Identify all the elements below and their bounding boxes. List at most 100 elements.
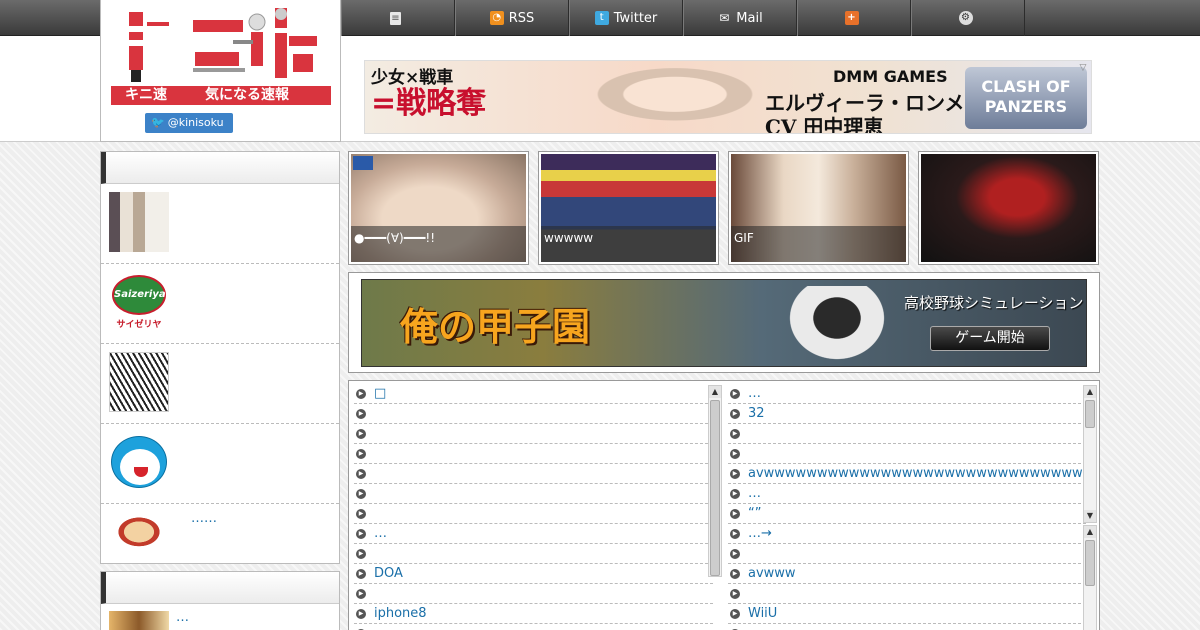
list-item[interactable]: ▶ DOA — [354, 564, 713, 584]
arrow-bullet-icon: ▶ — [730, 529, 740, 539]
sidebar-item[interactable] — [101, 344, 339, 424]
sidebar-thumbnail[interactable] — [109, 352, 169, 412]
sidebar-thumbnail[interactable] — [109, 432, 169, 492]
featured-caption[interactable]: ●━━━(∀)━━━!! — [351, 226, 526, 262]
list-item[interactable]: ▶ — [728, 624, 1086, 630]
game-start-button[interactable]: ゲーム開始 — [930, 326, 1050, 351]
list-item[interactable]: ▶… — [728, 384, 1086, 404]
list-item-link[interactable]: … — [748, 386, 761, 401]
sidebar-thumbnail[interactable] — [109, 611, 169, 630]
game-subtitle: 高校野球シミュレーション — [904, 294, 1084, 312]
list-item[interactable]: ▶ — [728, 584, 1086, 604]
sidebar-item-link[interactable]: …… — [191, 511, 217, 526]
list-item-link[interactable]: iphone8 — [374, 606, 427, 621]
ad-close-icon[interactable]: ▽ — [1077, 62, 1089, 74]
scroll-up-icon[interactable]: ▲ — [1084, 526, 1096, 538]
logo-name: キニ速 — [125, 87, 167, 103]
sidebar-item[interactable] — [101, 424, 339, 504]
list-item[interactable]: ▶ — [354, 484, 713, 504]
featured-article[interactable] — [918, 151, 1099, 265]
scrollbar-thumb[interactable] — [1085, 400, 1095, 428]
list-item[interactable]: ▶ — [354, 424, 713, 444]
list-item[interactable]: ▶… — [354, 524, 713, 544]
sidebar-article-list: Saizeriya サイゼリヤ …… — [100, 151, 340, 564]
nav-item-twitter[interactable]: t Twitter — [569, 0, 683, 36]
featured-image[interactable] — [921, 154, 1096, 262]
right-list-scrollbar-bottom[interactable]: ▲ — [1083, 525, 1097, 630]
right-list-scrollbar-top[interactable]: ▲ ▼ — [1083, 385, 1097, 523]
sidebar-thumbnail[interactable] — [109, 511, 169, 549]
list-item[interactable]: ▶ 32 — [728, 404, 1086, 424]
arrow-bullet-icon: ▶ — [730, 569, 740, 579]
list-item[interactable]: ▶ — [354, 544, 713, 564]
list-item[interactable]: ▶ — [354, 504, 713, 524]
list-item-link[interactable]: avwwwwwwwwwwwwwwwwwwwwwwwwwwwwwww — [748, 466, 1086, 481]
featured-image[interactable]: GIF — [731, 154, 906, 262]
link-list-left[interactable]: ▶□ ▶ ▶ ▶ ▶ ▶ ▶ ▶… ▶ ▶DOA ▶ ▶iphone8 ▶ — [354, 384, 713, 630]
list-item-link[interactable]: …→ — [748, 526, 772, 541]
baseball-player-image — [782, 286, 892, 366]
list-item[interactable]: ▶ WiiU — [728, 604, 1086, 624]
sidebar-header — [101, 572, 339, 604]
list-item[interactable]: ▶ — [354, 584, 713, 604]
nav-item-document[interactable]: ≡ — [341, 0, 455, 36]
sidebar-item[interactable] — [101, 184, 339, 264]
list-item[interactable]: ▶ — [728, 444, 1086, 464]
list-item-link[interactable]: … — [748, 486, 761, 501]
scroll-up-icon[interactable]: ▲ — [1084, 386, 1096, 398]
arrow-bullet-icon: ▶ — [730, 469, 740, 479]
sidebar-thumbnail[interactable]: Saizeriya サイゼリヤ — [109, 272, 169, 332]
list-item[interactable]: ▶ — [354, 464, 713, 484]
list-item[interactable]: ▶ — [354, 624, 713, 630]
featured-image[interactable]: wwwww — [541, 154, 716, 262]
twitter-follow-button[interactable]: 🐦 @kinisoku — [145, 113, 233, 133]
list-item[interactable]: ▶ — [354, 404, 713, 424]
sidebar-item[interactable]: Saizeriya サイゼリヤ — [101, 264, 339, 344]
featured-article[interactable]: wwwww — [538, 151, 719, 265]
featured-article[interactable]: GIF — [728, 151, 909, 265]
arrow-bullet-icon: ▶ — [730, 429, 740, 439]
list-item[interactable]: ▶ □ — [354, 384, 713, 404]
scroll-up-icon[interactable]: ▲ — [709, 386, 721, 398]
list-item-link[interactable]: WiiU — [748, 606, 777, 621]
scrollbar-thumb[interactable] — [710, 400, 720, 576]
list-item[interactable]: ▶ — [728, 544, 1086, 564]
list-item[interactable]: ▶ …→ — [728, 524, 1086, 544]
featured-image[interactable]: ●━━━(∀)━━━!! — [351, 154, 526, 262]
list-item-link[interactable]: “” — [748, 506, 761, 521]
featured-caption[interactable]: GIF — [731, 226, 906, 262]
list-item[interactable]: ▶ avwwwwwwwwwwwwwwwwwwwwwwwwwwwwwww — [728, 464, 1086, 484]
list-item[interactable]: ▶ “” — [728, 504, 1086, 524]
list-item-link[interactable]: 32 — [748, 406, 765, 421]
list-item-link[interactable]: avwww — [748, 566, 796, 581]
sidebar-header — [101, 152, 339, 184]
twitter-bird-icon: 🐦 — [151, 116, 165, 129]
sidebar-item-link[interactable]: … — [176, 610, 189, 625]
game-banner[interactable]: 俺の甲子園 高校野球シミュレーション ゲーム開始 — [361, 279, 1087, 367]
nav-item-settings[interactable]: ⚙ — [911, 0, 1025, 36]
featured-caption[interactable]: wwwww — [541, 226, 716, 262]
list-item[interactable]: ▶ avwww — [728, 564, 1086, 584]
ad-line2: =戦略奪 — [371, 86, 487, 121]
ad-brand: DMM GAMES — [833, 67, 948, 86]
arrow-bullet-icon: ▶ — [356, 409, 366, 419]
nav-item-plus[interactable]: + — [797, 0, 911, 36]
link-list-right[interactable]: ▶… ▶ 32 ▶ ▶ ▶ avwwwwwwwwwwwwwwwwwwwwwwwwww… — [728, 384, 1086, 630]
sidebar-thumbnail[interactable] — [109, 192, 169, 252]
sidebar-item[interactable]: … — [101, 604, 339, 630]
featured-article[interactable]: ●━━━(∀)━━━!! — [348, 151, 529, 265]
list-item[interactable]: ▶ — [728, 424, 1086, 444]
site-logo[interactable]: キニ速 気になる速報 🐦 @kinisoku — [100, 0, 341, 142]
list-item[interactable]: ▶ — [354, 444, 713, 464]
list-item-link[interactable]: … — [374, 526, 387, 541]
scroll-down-icon[interactable]: ▼ — [1084, 510, 1096, 522]
header-advertisement[interactable]: 少女×戦車 =戦略奪 DMM GAMES エルヴィーラ・ロンメル CV 田中理恵… — [364, 60, 1092, 134]
list-item-link[interactable]: □ — [374, 386, 386, 401]
left-list-scrollbar[interactable]: ▲ — [708, 385, 722, 577]
nav-item-mail[interactable]: ✉ Mail — [683, 0, 797, 36]
list-item[interactable]: ▶ iphone8 — [354, 604, 713, 624]
nav-item-rss[interactable]: ◔ RSS — [455, 0, 569, 36]
list-item-link[interactable]: DOA — [374, 566, 403, 581]
scrollbar-thumb[interactable] — [1085, 540, 1095, 586]
list-item[interactable]: ▶… — [728, 484, 1086, 504]
